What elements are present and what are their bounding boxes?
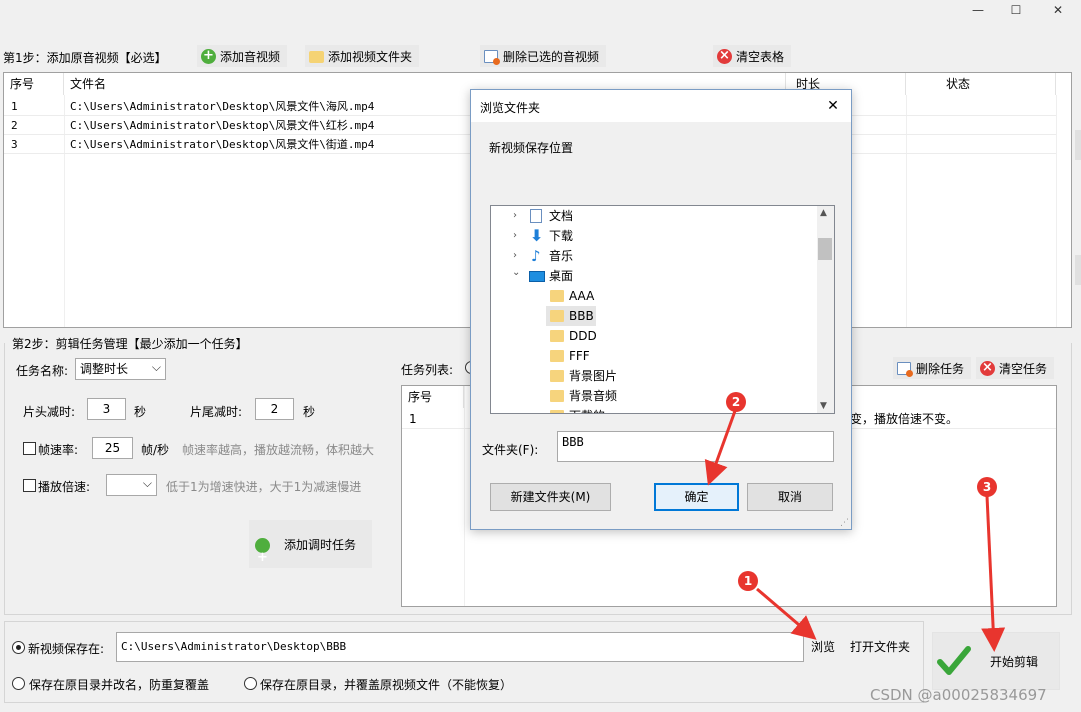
arrow-2	[704, 410, 737, 486]
marker-2: 2	[726, 392, 746, 412]
arrow-3	[981, 495, 1006, 652]
annotation-arrows	[704, 410, 1006, 652]
marker-3: 3	[977, 477, 997, 497]
marker-1: 1	[738, 571, 758, 591]
arrow-1	[756, 587, 817, 640]
